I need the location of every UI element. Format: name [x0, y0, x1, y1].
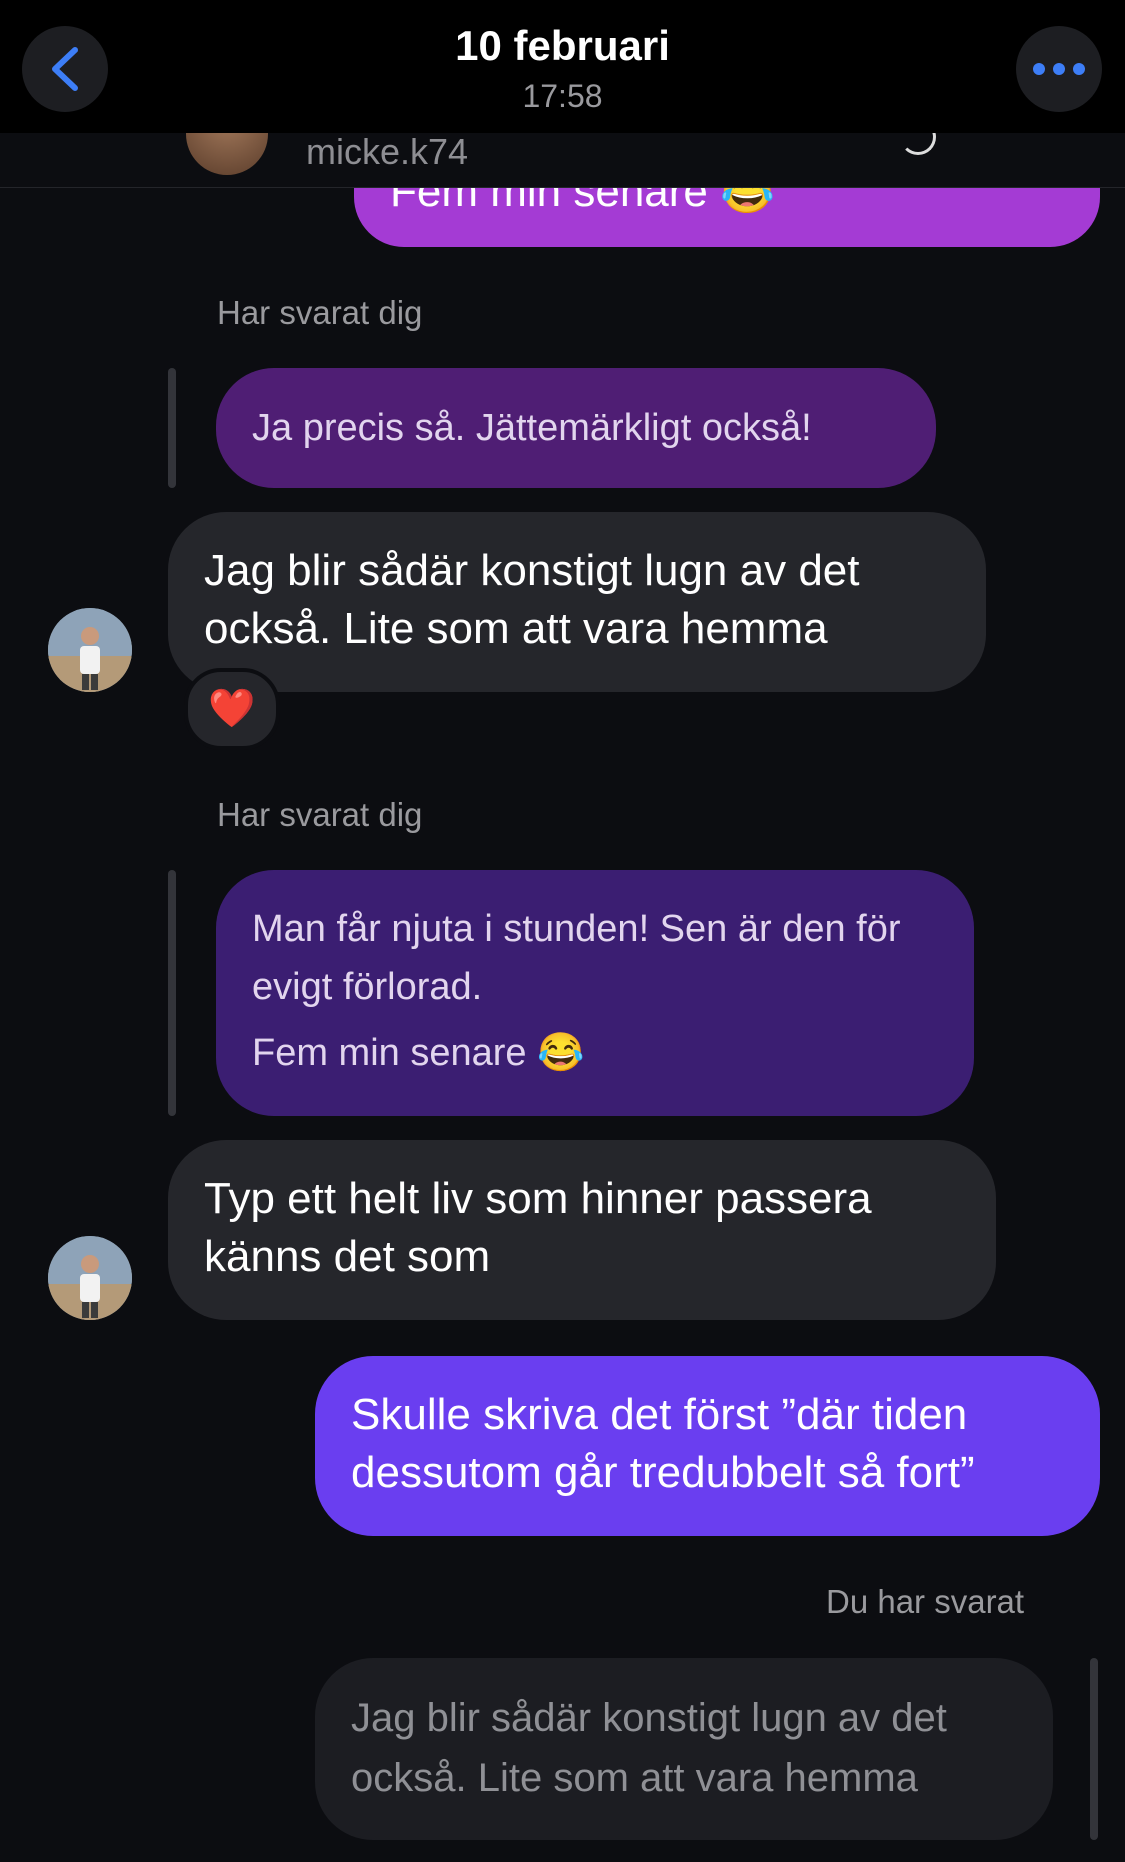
- avatar-photo: [48, 608, 132, 692]
- sent-message[interactable]: Skulle skriva det först ”där tiden dessu…: [315, 1356, 1100, 1536]
- reaction-badge[interactable]: ❤️: [184, 668, 280, 750]
- avatar[interactable]: [48, 608, 132, 692]
- reply-context-label: Har svarat dig: [217, 294, 423, 331]
- received-message[interactable]: Jag blir sådär konstigt lugn av det ocks…: [168, 512, 986, 692]
- profile-strip: micke.k74: [0, 133, 1125, 188]
- reply-indicator-bar: [1090, 1658, 1098, 1840]
- conversation-date-title: 10 februari: [455, 22, 670, 69]
- top-bar: 10 februari 17:58: [0, 0, 1125, 133]
- message-text: Man får njuta i stunden! Sen är den för …: [252, 908, 901, 1008]
- status-icon: [900, 133, 936, 155]
- message-text: Jag blir sådär konstigt lugn av det ocks…: [204, 546, 860, 653]
- reply-indicator-bar: [168, 870, 176, 1116]
- message-text: Skulle skriva det först ”där tiden dessu…: [351, 1390, 975, 1497]
- quoted-message[interactable]: Man får njuta i stunden! Sen är den för …: [216, 870, 974, 1116]
- message-text: Typ ett helt liv som hinner passera känn…: [204, 1174, 872, 1281]
- reply-indicator-bar: [168, 368, 176, 488]
- ellipsis-icon: [1033, 63, 1085, 75]
- more-options-button[interactable]: [1016, 26, 1102, 112]
- quoted-message[interactable]: Ja precis så. Jättemärkligt också!: [216, 368, 936, 488]
- conversation-time: 17:58: [522, 78, 603, 114]
- avatar-photo: [48, 1236, 132, 1320]
- avatar[interactable]: [186, 133, 268, 175]
- message-text: Ja precis så. Jättemärkligt också!: [252, 407, 812, 449]
- reply-context-label: Har svarat dig: [217, 796, 423, 833]
- avatar[interactable]: [48, 1236, 132, 1320]
- received-message[interactable]: Typ ett helt liv som hinner passera känn…: [168, 1140, 996, 1320]
- reply-context-label: Du har svarat: [826, 1583, 1025, 1620]
- quoted-message[interactable]: Jag blir sådär konstigt lugn av det ocks…: [315, 1658, 1053, 1840]
- username-label: micke.k74: [306, 133, 469, 172]
- red-heart-icon: ❤️: [208, 688, 256, 730]
- message-text: Jag blir sådär konstigt lugn av det ocks…: [351, 1696, 947, 1800]
- message-text: Fem min senare 😂: [252, 1032, 585, 1074]
